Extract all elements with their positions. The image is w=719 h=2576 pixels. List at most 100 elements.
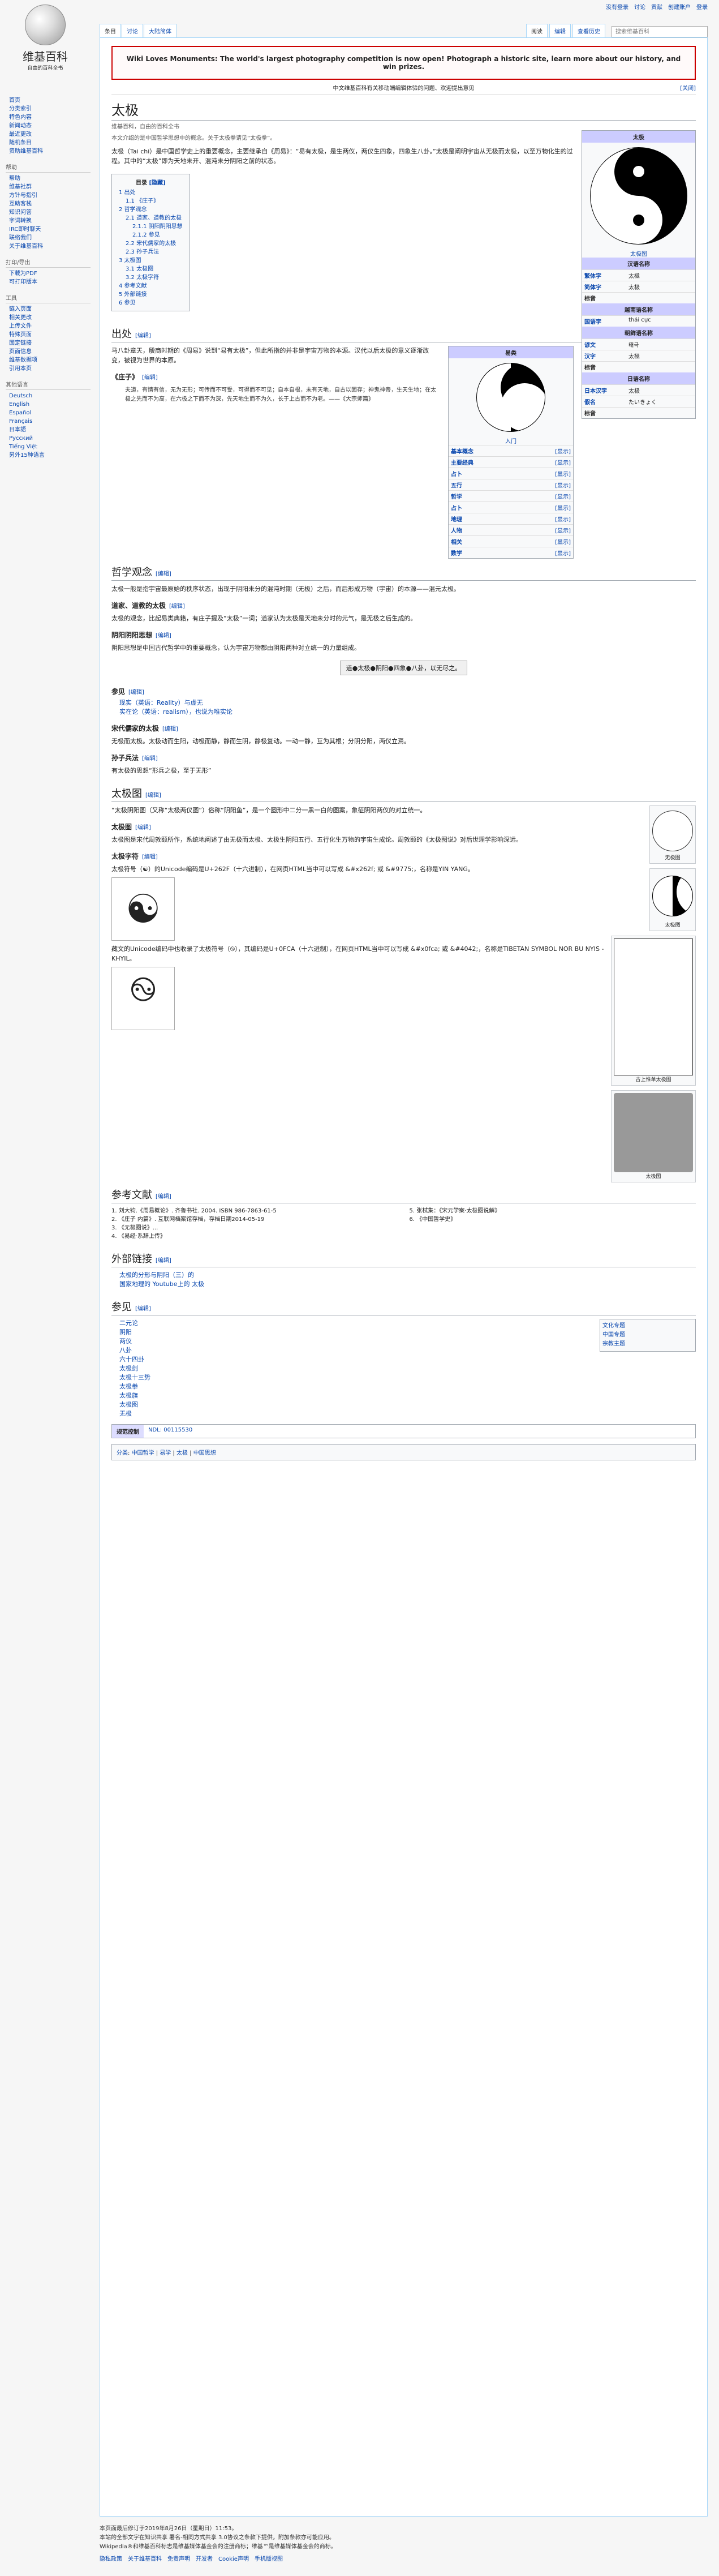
see-also-link[interactable]: 太极十三势 [111,1373,696,1382]
category-link[interactable]: 中国哲学 [132,1450,154,1456]
language-link[interactable]: 日本語 [6,426,91,434]
see-also-link[interactable]: 现实（英语：Reality）与虚无 [111,698,696,708]
sidebar-item[interactable]: IRC即时聊天 [6,225,91,234]
sidebar-item[interactable]: 分类索引 [6,105,91,113]
edit-link[interactable]: [编辑] [169,603,185,610]
notice-close-button[interactable]: [关闭] [680,83,696,92]
category-label[interactable]: 分类 [117,1450,128,1456]
site-logo[interactable]: 维基百科 自由的百科全书 [11,5,79,71]
language-link[interactable]: Deutsch [6,392,91,400]
toc-item[interactable]: 4 参考文献 [119,282,183,290]
language-link[interactable]: Español [6,409,91,417]
edit-link[interactable]: [编辑] [135,333,151,339]
toc-item[interactable]: 3.2 太极字符 [119,273,183,282]
notice-text[interactable]: 中文维基百科有关移动端编辑体验的问题、欢迎提出意见 [333,85,475,92]
search-input[interactable] [612,26,708,37]
language-link[interactable]: Français [6,417,91,426]
sidebar-item[interactable]: 新闻动态 [6,122,91,130]
portal-link[interactable]: 宗教主题 [602,1340,693,1349]
create-account-link[interactable]: 创建账户 [668,2,691,11]
sidebar-item[interactable]: 首页 [6,96,91,105]
sidebar-item[interactable]: 特色内容 [6,113,91,122]
sidebar-item[interactable]: 可打印版本 [6,278,91,286]
toc-item[interactable]: 2.1.2 参见 [119,231,183,239]
edit-link[interactable]: [编辑] [135,1306,151,1312]
sidebar-item[interactable]: 页面信息 [6,348,91,356]
sidebar-item[interactable]: 维基数据项 [6,356,91,365]
category-link[interactable]: 太极 [176,1450,188,1456]
tab-history[interactable]: 查看历史 [572,24,605,37]
sidebar-item[interactable]: 引用本页 [6,365,91,373]
language-link[interactable]: Русский [6,434,91,443]
thumbnail[interactable]: 太极图 [611,1090,696,1182]
category-link[interactable]: 易学 [160,1450,171,1456]
tab-article[interactable]: 条目 [100,24,121,37]
sidebar-item[interactable]: 链入页面 [6,305,91,314]
infobox-caption[interactable]: 太极图 [582,249,695,258]
tab-read[interactable]: 阅读 [526,24,548,37]
edit-link[interactable]: [编辑] [162,726,178,732]
footer-link[interactable]: 隐私政策 [100,2555,122,2564]
tab-edit[interactable]: 编辑 [549,24,571,37]
talk-link[interactable]: 讨论 [634,2,645,11]
thumbnail[interactable]: 无极图 [649,805,696,864]
sidebar-item[interactable]: 随机条目 [6,139,91,147]
footer-link[interactable]: 免责声明 [167,2555,190,2564]
edit-link[interactable]: [编辑] [156,1258,171,1264]
edit-link[interactable]: [编辑] [142,375,158,381]
more-languages-button[interactable]: 另外15种语言 [6,451,91,460]
thumbnail[interactable]: 太极图 [649,868,696,931]
see-also-link[interactable]: 太极旗 [111,1391,696,1400]
footer-link[interactable]: 手机版视图 [255,2555,283,2564]
sidebar-item[interactable]: 维基社群 [6,183,91,191]
sidebar-item[interactable]: 字词转换 [6,217,91,225]
category-link[interactable]: 中国思想 [193,1450,216,1456]
toc-item[interactable]: 2 哲学观念 [119,205,183,214]
toc-item[interactable]: 2.3 孙子兵法 [119,248,183,256]
navbox-value[interactable]: NDL: 00115530 [144,1425,197,1438]
sidebar-item[interactable]: 帮助 [6,174,91,183]
external-link[interactable]: 太极的分形与阴阳（三）的 [111,1271,696,1280]
footer-link[interactable]: 关于维基百科 [128,2555,162,2564]
navigation-box-link[interactable]: 道●太极●阴阳●四象●八卦，以无尽之。 [339,661,468,675]
sidebar-item[interactable]: 上传文件 [6,322,91,331]
edit-link[interactable]: [编辑] [135,825,151,831]
edit-link[interactable]: [编辑] [128,689,144,696]
see-also-link[interactable]: 太极图 [111,1400,696,1409]
series-taiji-image[interactable] [476,363,545,432]
language-link[interactable]: English [6,400,91,409]
taiji-image[interactable] [590,147,687,245]
toc-item[interactable]: 2.2 宋代儒家的太极 [119,239,183,248]
sidebar-item[interactable]: 互助客栈 [6,200,91,208]
campaign-banner[interactable]: Wiki Loves Monuments: The world's larges… [111,46,696,80]
sidebar-item[interactable]: 相关更改 [6,314,91,322]
see-also-link[interactable]: 实在论（英语：realism），也说为唯实论 [111,708,696,717]
sidebar-item[interactable]: 固定链接 [6,339,91,348]
sidebar-item[interactable]: 最近更改 [6,130,91,139]
sidebar-item[interactable]: 资助维基百科 [6,147,91,156]
see-also-link[interactable]: 六十四卦 [111,1355,696,1364]
edit-link[interactable]: [编辑] [156,1194,171,1200]
toc-item[interactable]: 5 外部链接 [119,290,183,299]
footer-link[interactable]: Cookie声明 [218,2555,249,2564]
toc-item[interactable]: 3 太极图 [119,256,183,265]
toc-item[interactable]: 1.1 《庄子》 [119,197,183,205]
edit-link[interactable]: [编辑] [156,571,171,577]
toc-hide-button[interactable]: [隐藏] [149,180,165,186]
contributions-link[interactable]: 贡献 [651,2,662,11]
edit-link[interactable]: [编辑] [142,756,158,762]
sidebar-item[interactable]: 方针与指引 [6,191,91,200]
tab-variant[interactable]: 大陆简体 [144,24,176,37]
see-also-link[interactable]: 无极 [111,1409,696,1418]
toc-item[interactable]: 2.1 道家、道教的太极 [119,214,183,222]
sidebar-item[interactable]: 特殊页面 [6,331,91,339]
portal-link[interactable]: 中国专题 [602,1331,693,1340]
footer-link[interactable]: 开发者 [196,2555,213,2564]
see-also-link[interactable]: 太极拳 [111,1382,696,1391]
toc-item[interactable]: 1 出处 [119,188,183,197]
series-caption[interactable]: 入门 [449,436,573,445]
edit-link[interactable]: [编辑] [156,633,171,639]
login-link[interactable]: 登录 [696,2,708,11]
portal-link[interactable]: 文化专题 [602,1322,693,1331]
edit-link[interactable]: [编辑] [142,854,158,860]
